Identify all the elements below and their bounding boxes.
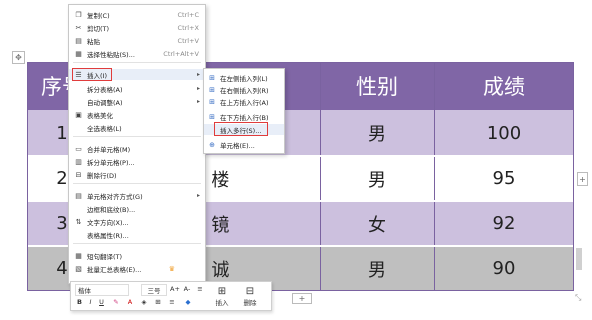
cut-icon: ✂: [75, 23, 82, 32]
add-column-button[interactable]: +: [577, 172, 588, 186]
font-size-select[interactable]: 三号: [141, 284, 167, 296]
submenu-item-insert-row-above[interactable]: ⊞ 在上方插入行(A): [204, 96, 284, 107]
menu-separator: [73, 136, 201, 137]
font-select[interactable]: 楷体: [75, 284, 129, 296]
insert-highlight-box: [72, 68, 112, 81]
border-icon[interactable]: ⊞: [153, 297, 163, 307]
crown-icon: ♛: [168, 264, 175, 273]
insert-row-above-icon: ⊞: [209, 97, 215, 106]
add-row-button[interactable]: +: [292, 293, 312, 304]
chevron-right-icon: ▸: [196, 98, 200, 105]
insert-col-left-icon: ⊞: [209, 73, 215, 82]
paste-icon: ▤: [75, 36, 82, 45]
insert-col-right-icon: ⊞: [209, 85, 215, 94]
align-center-icon[interactable]: ≡: [167, 297, 177, 307]
menu-item-delete-row[interactable]: ⊟ 删除行(D): [69, 169, 205, 180]
delete-row-icon: ⊟: [75, 170, 82, 179]
merge-cells-icon: ▭: [75, 144, 82, 153]
menu-item-table-properties[interactable]: 表格属性(R)...: [69, 229, 205, 240]
submenu-item-insert-row-below[interactable]: ⊞ 在下方插入行(B): [204, 111, 284, 122]
chevron-right-icon: ▸: [196, 85, 200, 92]
fill-icon[interactable]: ◆: [183, 297, 193, 307]
cell-align-icon: ▤: [75, 191, 82, 200]
copy-icon: ❐: [75, 10, 82, 19]
menu-separator: [73, 62, 201, 63]
menu-item-paste[interactable]: ▤ 粘贴 Ctrl+V: [69, 35, 205, 46]
translate-icon: ▦: [75, 251, 82, 260]
menu-item-copy[interactable]: ❐ 复制(C) Ctrl+C: [69, 9, 205, 20]
batch-summary-icon: ▧: [75, 264, 82, 273]
cell-icon: ⊕: [209, 140, 215, 149]
menu-item-autofit[interactable]: 自动调整(A) ▸: [69, 96, 205, 107]
menu-item-batch-summary[interactable]: ▧ 批量汇总表格(E)... ♛: [69, 263, 205, 274]
delete-grid-icon: ⊟: [245, 285, 255, 297]
chevron-right-icon: ▸: [196, 192, 200, 199]
menu-item-text-direction[interactable]: ⇅ 文字方向(X)...: [69, 216, 205, 227]
menu-separator: [73, 183, 201, 184]
mini-toolbar: 楷体 三号 A+ A- ≡ B I U ✎ A ◈ ⊞ ≡ ◆ ⊞ 插入 ⊟ 删…: [70, 281, 272, 311]
menu-item-borders-shading[interactable]: 边框和底纹(B)...: [69, 203, 205, 214]
underline-button[interactable]: U: [97, 297, 106, 307]
line-spacing-icon[interactable]: ≡: [195, 284, 205, 294]
delete-button[interactable]: ⊟ 删除: [239, 284, 261, 308]
insert-grid-icon: ⊞: [217, 285, 227, 297]
bold-button[interactable]: B: [75, 297, 84, 307]
insert-submenu: ⊞ 在左侧插入列(L) ⊞ 在右侧插入列(R) ⊞ 在上方插入行(A) ⊞ 在下…: [203, 68, 285, 154]
paste-special-icon: ▦: [75, 49, 82, 58]
table-beautify-icon: ▣: [75, 110, 82, 119]
menu-item-table-beautify[interactable]: ▣ 表格美化: [69, 109, 205, 120]
chevron-right-icon: ▸: [196, 71, 200, 78]
highlight-icon[interactable]: ✎: [111, 297, 121, 307]
menu-item-cell-alignment[interactable]: ▤ 单元格对齐方式(G) ▸: [69, 190, 205, 201]
italic-button[interactable]: I: [86, 297, 95, 307]
insert-row-below-icon: ⊞: [209, 112, 215, 121]
menu-item-split-table[interactable]: 拆分表格(A) ▸: [69, 83, 205, 94]
menu-item-paste-special[interactable]: ▦ 选择性粘贴(S)... Ctrl+Alt+V: [69, 48, 205, 59]
submenu-item-cell[interactable]: ⊕ 单元格(E)...: [204, 139, 284, 150]
menu-item-split-cells[interactable]: ▥ 拆分单元格(P)...: [69, 156, 205, 167]
submenu-item-insert-col-left[interactable]: ⊞ 在左侧插入列(L): [204, 72, 284, 83]
menu-item-select-table[interactable]: 全选表格(L): [69, 122, 205, 133]
menu-separator: [73, 243, 201, 244]
insert-button[interactable]: ⊞ 插入: [211, 284, 233, 308]
menu-item-merge-cells[interactable]: ▭ 合并单元格(M): [69, 143, 205, 154]
context-menu: ❐ 复制(C) Ctrl+C ✂ 剪切(T) Ctrl+X ▤ 粘贴 Ctrl+…: [68, 4, 206, 284]
insert-rows-highlight-box: [214, 122, 268, 136]
row-selection-marker: [576, 248, 582, 270]
shading-icon[interactable]: ◈: [139, 297, 149, 307]
menu-item-cut[interactable]: ✂ 剪切(T) Ctrl+X: [69, 22, 205, 33]
text-direction-icon: ⇅: [75, 217, 82, 226]
font-color-button[interactable]: A: [125, 297, 135, 307]
table-resize-handle[interactable]: ⤡: [575, 293, 584, 302]
grow-font-button[interactable]: A+: [169, 284, 181, 294]
table-move-handle[interactable]: ✥: [12, 51, 25, 64]
submenu-item-insert-col-right[interactable]: ⊞ 在右侧插入列(R): [204, 84, 284, 95]
split-cells-icon: ▥: [75, 157, 82, 166]
shrink-font-button[interactable]: A-: [181, 284, 193, 294]
menu-item-translate[interactable]: ▦ 短句翻译(T): [69, 250, 205, 261]
